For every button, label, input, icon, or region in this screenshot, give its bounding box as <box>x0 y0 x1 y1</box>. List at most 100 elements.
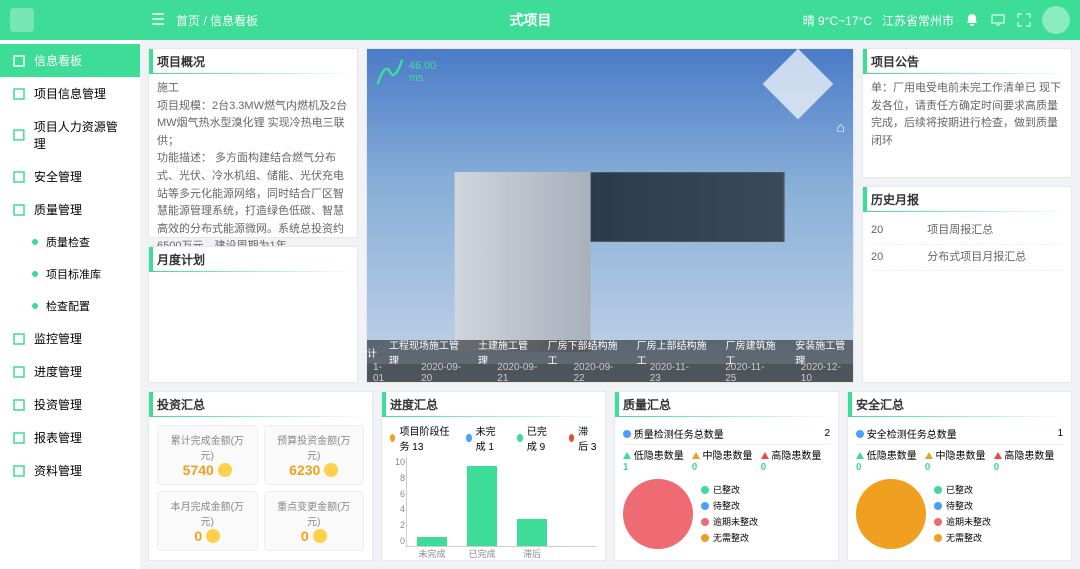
risk-item: 低隐患数量1 <box>623 447 684 473</box>
quality-pie-chart <box>623 479 693 549</box>
logo-area <box>10 8 140 32</box>
3d-viewer[interactable]: 46.00 ms ⌂ 计工程现场施工管理土建施工管理厂房下部结构施工厂房上部结构… <box>366 48 854 383</box>
breadcrumb: 首页 / 信息看板 <box>176 12 258 29</box>
building-model <box>416 152 805 352</box>
coin-icon <box>206 529 220 543</box>
toolbar-item-0[interactable]: 计 <box>367 345 377 360</box>
timeline-tick-5: 2020-11-25 <box>725 362 771 384</box>
legend-item: 无需整改 <box>934 530 991 546</box>
overview-title: 项目概况 <box>149 49 357 74</box>
sidebar-item-4[interactable]: 质量管理 <box>0 193 140 226</box>
risk-item: 中隐患数量0 <box>692 447 753 473</box>
sidebar-item-6[interactable]: 项目标准库 <box>0 258 140 290</box>
sidebar-item-2[interactable]: 项目人力资源管理 <box>0 110 140 160</box>
overview-desc1: 项目规模：2台3.3MW燃气内燃机及2台MW烟气热水型溴化锂 实现冷热电三联供； <box>157 98 349 151</box>
fullscreen-icon[interactable] <box>1016 12 1032 28</box>
safety-pie-chart <box>856 479 926 549</box>
nav-cube[interactable] <box>763 49 834 120</box>
bar-未完成: 未完成 <box>417 537 447 546</box>
progress-stat-1: 未完成 1 <box>466 423 501 453</box>
history-row[interactable]: 20 项目周报汇总 <box>871 218 1063 245</box>
crumb-current: 信息看板 <box>210 14 258 28</box>
panel-invest: 投资汇总 累计完成金额(万元)5740 预算投资金额(万元)6230 本月完成金… <box>148 391 373 561</box>
risk-item: 高隐患数量0 <box>761 447 822 473</box>
history-row[interactable]: 20 分布式项目月报汇总 <box>871 245 1063 272</box>
panel-overview: 项目概况 施工 项目规模：2台3.3MW燃气内燃机及2台MW烟气热水型溴化锂 实… <box>148 48 358 238</box>
coin-icon <box>324 463 338 477</box>
avatar[interactable] <box>1042 6 1070 34</box>
logo-icon <box>10 8 34 32</box>
risk-item: 中隐患数量0 <box>925 447 986 473</box>
sidebar-item-8[interactable]: 监控管理 <box>0 322 140 355</box>
progress-stat-3: 滞后 3 <box>569 423 597 453</box>
risk-item: 低隐患数量0 <box>856 447 917 473</box>
header-right: 晴 9°C~17°C 江苏省常州市 <box>803 6 1070 34</box>
progress-stat-2: 已完成 9 <box>517 423 552 453</box>
viewer-timeline[interactable]: 1-01 2020-09-20 2020-09-21 2020-09-22 2020-1… <box>367 364 853 382</box>
quality-total-row: 质量检测任务总数量 2 <box>623 423 830 445</box>
sidebar-item-0[interactable]: 信息看板 <box>0 44 140 77</box>
sidebar-item-12[interactable]: 资料管理 <box>0 454 140 487</box>
invest-card-3: 重点变更金额(万元)0 <box>264 491 365 551</box>
invest-card-2: 本月完成金额(万元)0 <box>157 491 258 551</box>
home-icon[interactable]: ⌂ <box>837 119 845 135</box>
monitor-icon[interactable] <box>990 12 1006 28</box>
invest-title: 投资汇总 <box>149 392 372 417</box>
menu-toggle-icon[interactable] <box>150 11 166 30</box>
project-title: 式项目 <box>258 10 803 30</box>
weather-text: 晴 9°C~17°C <box>803 12 872 29</box>
panel-history: 历史月报 20 项目周报汇总20 分布式项目月报汇总 <box>862 186 1072 383</box>
sidebar-item-1[interactable]: 项目信息管理 <box>0 77 140 110</box>
timeline-tick-3: 2020-09-22 <box>573 362 619 384</box>
bar-已完成: 已完成 <box>467 466 497 546</box>
safety-title: 安全汇总 <box>848 392 1071 417</box>
bar-滞后: 滞后 <box>517 519 547 546</box>
panel-monthly-plan: 月度计划 <box>148 246 358 383</box>
legend-item: 逾期未整改 <box>934 514 991 530</box>
notice-text: 单：厂用电受电前未完工作清单已 现下发各位，请责任方确定时间要求高质量完成，后续… <box>863 74 1071 156</box>
invest-card-1: 预算投资金额(万元)6230 <box>264 425 365 485</box>
overview-desc2: 功能描述： 多方面构建结合燃气分布式、光伏、冷水机组、储能、光伏充电站等多元化能… <box>157 150 349 256</box>
sidebar-item-9[interactable]: 进度管理 <box>0 355 140 388</box>
location-text: 江苏省常州市 <box>882 12 954 29</box>
coin-icon <box>218 463 232 477</box>
sidebar: 信息看板项目信息管理项目人力资源管理安全管理质量管理质量检查项目标准库检查配置监… <box>0 40 140 569</box>
quality-title: 质量汇总 <box>615 392 838 417</box>
legend-item: 逾期未整改 <box>701 514 758 530</box>
history-title: 历史月报 <box>863 187 1071 212</box>
sidebar-item-7[interactable]: 检查配置 <box>0 290 140 322</box>
panel-notice: 项目公告 单：厂用电受电前未完工作清单已 现下发各位，请责任方确定时间要求高质量… <box>862 48 1072 178</box>
sidebar-item-10[interactable]: 投资管理 <box>0 388 140 421</box>
safety-total-row: 安全检测任务总数量 1 <box>856 423 1063 445</box>
monthly-title: 月度计划 <box>149 247 357 272</box>
progress-stat-0: 项目阶段任务 13 <box>390 423 450 453</box>
progress-bar-chart: 1086420 未完成已完成滞后 <box>406 457 597 547</box>
sidebar-item-3[interactable]: 安全管理 <box>0 160 140 193</box>
sidebar-item-5[interactable]: 质量检查 <box>0 226 140 258</box>
panel-safety: 安全汇总 安全检测任务总数量 1 低隐患数量0 中隐患数量0 高隐患数量0 已整… <box>847 391 1072 561</box>
crumb-home[interactable]: 首页 <box>176 14 200 28</box>
latency-indicator: 46.00 ms <box>375 57 436 87</box>
timeline-tick-4: 2020-11-23 <box>650 362 696 384</box>
legend-item: 已整改 <box>934 482 991 498</box>
invest-card-0: 累计完成金额(万元)5740 <box>157 425 258 485</box>
risk-item: 高隐患数量0 <box>994 447 1055 473</box>
overview-owner: 施工 <box>157 80 349 98</box>
legend-item: 待整改 <box>934 498 991 514</box>
sidebar-item-11[interactable]: 报表管理 <box>0 421 140 454</box>
panel-progress: 进度汇总 项目阶段任务 13未完成 1已完成 9滞后 3 1086420 未完成… <box>381 391 606 561</box>
bell-icon[interactable] <box>964 12 980 28</box>
progress-title: 进度汇总 <box>382 392 605 417</box>
legend-item: 待整改 <box>701 498 758 514</box>
coin-icon <box>313 529 327 543</box>
timeline-tick-6: 2020-12-10 <box>801 362 847 384</box>
legend-item: 无需整改 <box>701 530 758 546</box>
timeline-tick-0: 1-01 <box>373 362 391 384</box>
timeline-tick-1: 2020-09-20 <box>421 362 467 384</box>
panel-quality: 质量汇总 质量检测任务总数量 2 低隐患数量1 中隐患数量0 高隐患数量0 已整… <box>614 391 839 561</box>
legend-item: 已整改 <box>701 482 758 498</box>
timeline-tick-2: 2020-09-21 <box>497 362 543 384</box>
viewer-toolbar: 计工程现场施工管理土建施工管理厂房下部结构施工厂房上部结构施工厂房建筑施工安装施… <box>367 340 853 364</box>
app-header: 首页 / 信息看板 式项目 晴 9°C~17°C 江苏省常州市 <box>0 0 1080 40</box>
notice-title: 项目公告 <box>863 49 1071 74</box>
